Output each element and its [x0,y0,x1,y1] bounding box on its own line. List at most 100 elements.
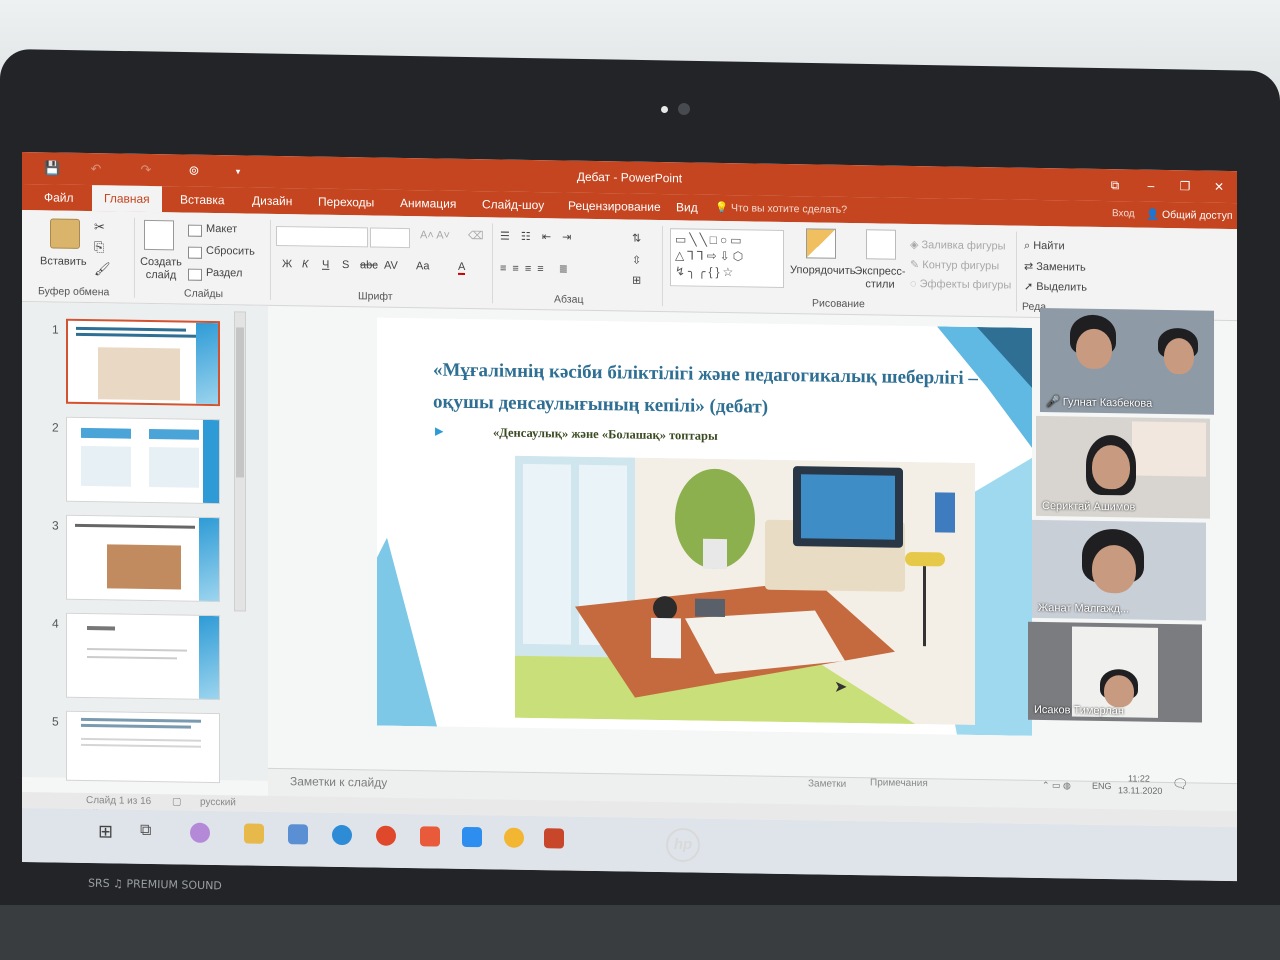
slide-thumbnail-2[interactable] [66,416,220,505]
slide-canvas[interactable]: «Мұғалімнің кәсіби біліктілігі және педа… [377,317,1032,736]
paste-button[interactable]: Вставить [40,255,87,268]
new-slide-button[interactable]: Создать слайд [138,256,184,283]
char-spacing-button[interactable]: AV [384,260,398,272]
underline-button[interactable]: Ч [322,259,329,271]
slide-thumbnail-4[interactable] [66,612,220,701]
tab-slideshow[interactable]: Слайд-шоу [482,197,544,212]
reset-button[interactable]: Сбросить [206,245,255,258]
spellcheck-icon[interactable]: ▢ [172,796,181,807]
tab-home[interactable]: Главная [92,185,162,213]
clear-format-icon[interactable]: ⌫ [468,229,484,242]
ribbon-divider [1016,231,1017,312]
slide-thumbnail-1[interactable] [66,318,220,407]
close-button[interactable]: ✕ [1208,178,1230,196]
cut-icon[interactable]: ✂ [94,219,105,235]
tray-icons[interactable]: ⌃ ▭ ◍ [1042,780,1071,791]
thumb-photo [107,544,181,590]
participant-face [1164,337,1194,375]
reset-icon [188,246,202,259]
task-view-icon[interactable]: ⧉ [140,822,151,840]
find-button[interactable]: ⌕ Найти [1024,240,1065,254]
pen-icon: ✎ [910,258,923,272]
video-tile-2[interactable]: Сериктай Ашимов [1036,415,1210,519]
edge-icon[interactable] [332,824,352,846]
thumb-title-line [87,626,115,631]
font-color-button[interactable]: A [458,260,466,275]
align-buttons-icon[interactable]: ≡≡≡≡ ≣ [500,262,574,276]
comments-toggle[interactable]: Примечания [870,777,928,789]
powerpoint-taskbar-icon[interactable] [544,828,564,849]
store-icon[interactable] [288,824,308,845]
sign-in-link[interactable]: Вход [1112,208,1135,219]
shadow-button[interactable]: S [342,259,349,271]
shape-fill-button[interactable]: ◈ Заливка фигуры [910,238,1006,253]
notification-icon[interactable]: 🗨 [1172,776,1189,792]
tellme-search[interactable]: 💡 Что вы хотите сделать? [715,201,847,216]
tray-date[interactable]: 13.11.2020 [1118,785,1162,796]
list-buttons-icon[interactable]: ☰ ☷ ⇤ ⇥ [500,230,575,244]
slide-thumbnail-5[interactable] [66,710,220,784]
tab-insert[interactable]: Вставка [180,192,225,207]
minimize-button[interactable]: – [1140,177,1162,195]
tab-view[interactable]: Вид [676,200,698,214]
language-indicator[interactable]: русский [200,797,236,809]
replace-button[interactable]: ⇄ Заменить [1024,260,1086,274]
zoom-icon[interactable] [462,826,482,848]
yandex-icon[interactable] [420,826,440,847]
tray-time[interactable]: 11:22 [1128,773,1150,783]
tab-design[interactable]: Дизайн [252,194,292,209]
opera-icon[interactable] [376,825,396,846]
strikethrough-button[interactable]: abc [360,259,378,271]
thumb-accent [203,419,219,505]
notes-placeholder[interactable]: Заметки к слайду [290,774,387,790]
tab-animations[interactable]: Анимация [400,196,456,211]
select-button[interactable]: ➚ Выделить [1024,280,1087,294]
text-direction-icon[interactable]: ⇅ [632,232,641,245]
slide-thumbnail-3[interactable] [66,514,220,603]
thumbnails-scroll-thumb[interactable] [236,327,244,478]
tab-file[interactable]: Файл [44,190,74,204]
lightbulb-icon: 💡 [715,201,729,215]
shapes-gallery[interactable]: ▭╲╲□○▭ △⅂⅂⇨⇩⬡ ↯╮╭{}☆ [670,228,784,288]
quick-styles-icon[interactable] [866,229,896,260]
restore-button[interactable]: ❐ [1174,177,1196,195]
grow-font-icon[interactable]: A˄ A˅ [420,229,450,241]
section-button[interactable]: Раздел [206,267,242,280]
tray-language[interactable]: ENG [1092,781,1112,791]
bold-button[interactable]: Ж [282,258,292,270]
thumb-title-line [81,723,191,729]
copy-icon[interactable]: ⎘ [94,239,104,255]
italic-button[interactable]: К [302,258,308,270]
video-tile-3[interactable]: Жанат Малгажд... [1032,519,1206,621]
arrange-button[interactable]: Упорядочить [790,264,855,277]
notes-toggle[interactable]: Заметки [808,778,846,790]
paste-icon[interactable] [50,218,80,249]
quick-styles-button[interactable]: Экспресс-стили [854,265,906,292]
participant-name: Сериктай Ашимов [1042,500,1136,514]
new-slide-icon[interactable] [144,219,174,251]
chrome-icon[interactable] [504,827,524,848]
format-painter-icon[interactable]: 🖌 [94,261,111,277]
video-tile-4[interactable]: Исаков Тимерлан [1028,621,1202,723]
shape-effects-button[interactable]: ◌ Эффекты фигуры [910,278,1011,292]
webcam-light [661,106,668,113]
font-name-combo[interactable] [276,225,368,248]
windows-start-icon[interactable]: ⊞ [98,821,113,842]
change-case-button[interactable]: Aa [416,260,429,272]
tab-transitions[interactable]: Переходы [318,195,374,210]
ribbon-display-icon[interactable]: ⧉ [1104,176,1126,194]
layout-button[interactable]: Макет [206,223,237,235]
align-text-icon[interactable]: ⇳ [632,254,641,267]
slide-title[interactable]: «Мұғалімнің кәсіби біліктілігі және педа… [433,354,1013,427]
arrange-icon[interactable] [806,228,836,259]
explorer-icon[interactable] [244,823,264,844]
share-button[interactable]: 👤 Общий доступ [1146,208,1233,222]
font-size-combo[interactable] [370,227,410,249]
thumb-title-line [76,332,196,338]
video-tile-1[interactable]: 🎤 Гулнат Казбекова [1040,307,1214,415]
shape-outline-button[interactable]: ✎ Контур фигуры [910,258,999,272]
thumb-text-line [87,656,177,660]
smartart-icon[interactable]: ⊞ [632,274,641,287]
cortana-icon[interactable] [190,822,210,843]
tab-review[interactable]: Рецензирование [568,199,661,214]
